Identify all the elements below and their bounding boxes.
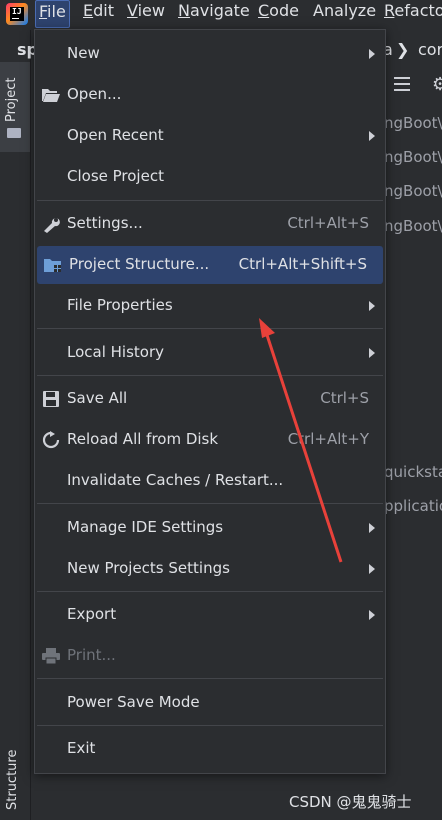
- menu-item-label: Close Project: [67, 167, 164, 185]
- menu-analyze[interactable]: Analyze: [313, 0, 376, 26]
- menu-item-settings[interactable]: Settings... Ctrl+Alt+S: [35, 205, 385, 243]
- breadcrumb-segment[interactable]: cor: [418, 40, 442, 59]
- menu-item-label: Settings...: [67, 214, 143, 232]
- menu-item-project-structure[interactable]: Project Structure... Ctrl+Alt+Shift+S: [37, 246, 383, 284]
- menu-item-label: Open Recent: [67, 126, 164, 144]
- menu-item-label: Power Save Mode: [67, 693, 200, 711]
- shortcut-label: Ctrl+Alt+Y: [287, 430, 369, 448]
- save-icon: [41, 390, 61, 408]
- menu-item-label: Project Structure...: [69, 255, 210, 273]
- menu-separator: [37, 503, 383, 504]
- menu-item-manage-ide-settings[interactable]: Manage IDE Settings: [35, 509, 385, 547]
- menu-item-label: Open...: [67, 85, 122, 103]
- watermark-text: CSDN @鬼鬼骑士: [289, 793, 412, 811]
- reload-icon: [41, 431, 61, 449]
- intellij-logo-icon: IJ: [6, 3, 28, 25]
- menu-item-label: Local History: [67, 343, 165, 361]
- menu-item-save-all[interactable]: Save All Ctrl+S: [35, 380, 385, 418]
- submenu-arrow-icon: [369, 610, 375, 620]
- submenu-arrow-icon: [369, 564, 375, 574]
- file-menu-dropdown: New Open... Open Recent Close Project Se…: [34, 29, 386, 774]
- tree-node[interactable]: ngBoot\: [384, 182, 442, 200]
- menu-item-label: Export: [67, 605, 117, 623]
- menu-item-label: File Properties: [67, 296, 173, 314]
- menu-item-open[interactable]: Open...: [35, 76, 385, 114]
- menu-item-label: New: [67, 44, 100, 62]
- tree-node[interactable]: ngBoot\: [384, 148, 442, 166]
- wrench-icon: [41, 215, 61, 233]
- gear-icon[interactable]: ⚙: [432, 74, 442, 95]
- main-menu-bar: IJ File Edit View Navigate Code Analyze …: [0, 0, 442, 29]
- menu-item-label: Print...: [67, 646, 116, 664]
- collapse-all-icon[interactable]: [394, 75, 410, 93]
- menu-code[interactable]: Code: [258, 0, 299, 26]
- submenu-arrow-icon: [369, 131, 375, 141]
- menu-separator: [37, 725, 383, 726]
- menu-item-label: Reload All from Disk: [67, 430, 219, 448]
- folder-open-icon: [41, 86, 61, 104]
- submenu-arrow-icon: [369, 49, 375, 59]
- breadcrumb-chevron-icon: ❯: [396, 40, 410, 59]
- menu-view[interactable]: View: [127, 0, 165, 26]
- menu-file[interactable]: File: [35, 0, 70, 28]
- menu-item-print: Print...: [35, 637, 385, 675]
- menu-item-label: Invalidate Caches / Restart...: [67, 471, 284, 489]
- project-tab-label: Project: [4, 77, 19, 122]
- menu-item-power-save-mode[interactable]: Power Save Mode: [35, 684, 385, 722]
- folder-icon: [7, 128, 21, 138]
- menu-item-export[interactable]: Export: [35, 596, 385, 634]
- tree-node[interactable]: ngBoot\: [384, 114, 442, 132]
- submenu-arrow-icon: [369, 301, 375, 311]
- menu-item-label: Manage IDE Settings: [67, 518, 224, 536]
- menu-item-reload-all[interactable]: Reload All from Disk Ctrl+Alt+Y: [35, 421, 385, 459]
- menu-item-open-recent[interactable]: Open Recent: [35, 117, 385, 155]
- menu-item-invalidate-caches[interactable]: Invalidate Caches / Restart...: [35, 462, 385, 500]
- menu-separator: [37, 375, 383, 376]
- structure-tab-label[interactable]: Structure: [5, 750, 20, 810]
- menu-item-label: New Projects Settings: [67, 559, 230, 577]
- menu-separator: [37, 200, 383, 201]
- project-structure-icon: [43, 256, 63, 274]
- menu-item-close-project[interactable]: Close Project: [35, 158, 385, 196]
- shortcut-label: Ctrl+S: [320, 389, 369, 407]
- menu-item-exit[interactable]: Exit: [35, 730, 385, 768]
- menu-separator: [37, 591, 383, 592]
- menu-item-file-properties[interactable]: File Properties: [35, 287, 385, 325]
- menu-item-new-projects-settings[interactable]: New Projects Settings: [35, 550, 385, 588]
- tree-node[interactable]: ngBoot\: [384, 217, 442, 235]
- menu-separator: [37, 328, 383, 329]
- menu-item-label: Save All: [67, 389, 128, 407]
- submenu-arrow-icon: [369, 348, 375, 358]
- tree-node[interactable]: quicksta: [384, 463, 442, 481]
- tree-node[interactable]: pplicatio: [384, 497, 442, 515]
- menu-edit[interactable]: Edit: [83, 0, 114, 26]
- shortcut-label: Ctrl+Alt+Shift+S: [238, 255, 367, 273]
- menu-item-label: Exit: [67, 739, 96, 757]
- printer-icon: [41, 647, 61, 665]
- shortcut-label: Ctrl+Alt+S: [287, 214, 369, 232]
- menu-navigate[interactable]: Navigate: [178, 0, 250, 26]
- menu-refactor[interactable]: Refactor: [384, 0, 442, 26]
- menu-separator: [37, 678, 383, 679]
- submenu-arrow-icon: [369, 523, 375, 533]
- menu-item-new[interactable]: New: [35, 35, 385, 73]
- menu-item-local-history[interactable]: Local History: [35, 334, 385, 372]
